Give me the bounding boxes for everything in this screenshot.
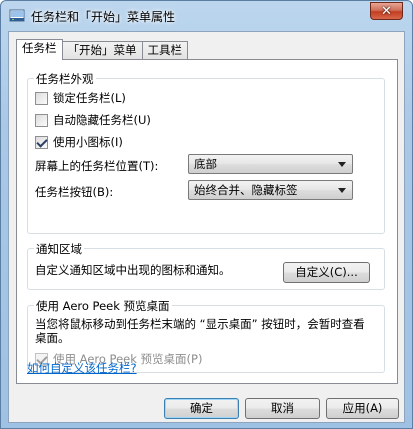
taskbar-properties-icon [9,9,25,22]
small-icons-box[interactable] [35,135,48,149]
tab-strip: 任务栏 「开始」菜单 工具栏 [16,39,188,60]
tab-start-menu[interactable]: 「开始」菜单 [61,41,143,59]
dialog-client-area: 任务栏 「开始」菜单 工具栏 任务栏外观 锁定任务栏(L) 自动隐藏任务栏(U)… [8,31,405,423]
taskbar-position-select[interactable]: 底部 [188,154,353,174]
notify-description: 自定义通知区域中出现的图标和通知。 [35,263,231,277]
chevron-down-icon [338,188,346,193]
chevron-down-icon [338,162,346,167]
autohide-taskbar-box[interactable] [35,113,48,127]
apply-button[interactable]: 应用(A) [326,398,399,419]
lock-taskbar-box[interactable] [35,91,48,105]
autohide-taskbar-label: 自动隐藏任务栏(U) [53,113,151,127]
taskbar-position-label: 屏幕上的任务栏位置(T): [35,159,159,173]
dialog-window: 任务栏和「开始」菜单属性 ✕ 任务栏 「开始」菜单 工具栏 任务栏外观 锁定任务… [0,0,413,429]
help-link[interactable]: 如何自定义该任务栏? [27,360,137,376]
aero-description: 当您将鼠标移动到任务栏末端的 “显示桌面” 按钮时，会暂时查看桌面。 [35,317,365,345]
small-icons-label: 使用小图标(I) [53,135,123,149]
tab-taskbar[interactable]: 任务栏 [16,39,63,60]
title-bar[interactable]: 任务栏和「开始」菜单属性 ✕ [1,1,412,31]
group-title-notify: 通知区域 [34,241,84,257]
taskbar-buttons-label: 任务栏按钮(B): [35,185,114,199]
window-title: 任务栏和「开始」菜单属性 [31,10,176,24]
lock-taskbar-label: 锁定任务栏(L) [53,91,126,105]
tab-toolbars[interactable]: 工具栏 [141,41,188,59]
group-title-appearance: 任务栏外观 [34,71,96,87]
customize-button[interactable]: 自定义(C)... [283,262,370,283]
group-taskbar-appearance: 任务栏外观 锁定任务栏(L) 自动隐藏任务栏(U) 使用小图标(I) 屏幕上的任… [27,71,385,234]
lock-taskbar-checkbox[interactable]: 锁定任务栏(L) [35,90,126,106]
taskbar-buttons-select[interactable]: 始终合并、隐藏标签 [188,180,353,200]
close-button[interactable]: ✕ [370,2,403,20]
taskbar-buttons-value: 始终合并、隐藏标签 [194,183,298,197]
small-icons-checkbox[interactable]: 使用小图标(I) [35,134,123,150]
cancel-button[interactable]: 取消 [245,398,320,419]
group-notification-area: 通知区域 自定义通知区域中出现的图标和通知。 自定义(C)... [27,241,385,290]
close-icon: ✕ [381,3,392,19]
tab-panel-taskbar: 任务栏外观 锁定任务栏(L) 自动隐藏任务栏(U) 使用小图标(I) 屏幕上的任… [16,59,398,384]
taskbar-position-value: 底部 [194,157,217,171]
ok-button[interactable]: 确定 [164,398,239,419]
group-title-aero: 使用 Aero Peek 预览桌面 [34,298,172,314]
autohide-taskbar-checkbox[interactable]: 自动隐藏任务栏(U) [35,112,151,128]
